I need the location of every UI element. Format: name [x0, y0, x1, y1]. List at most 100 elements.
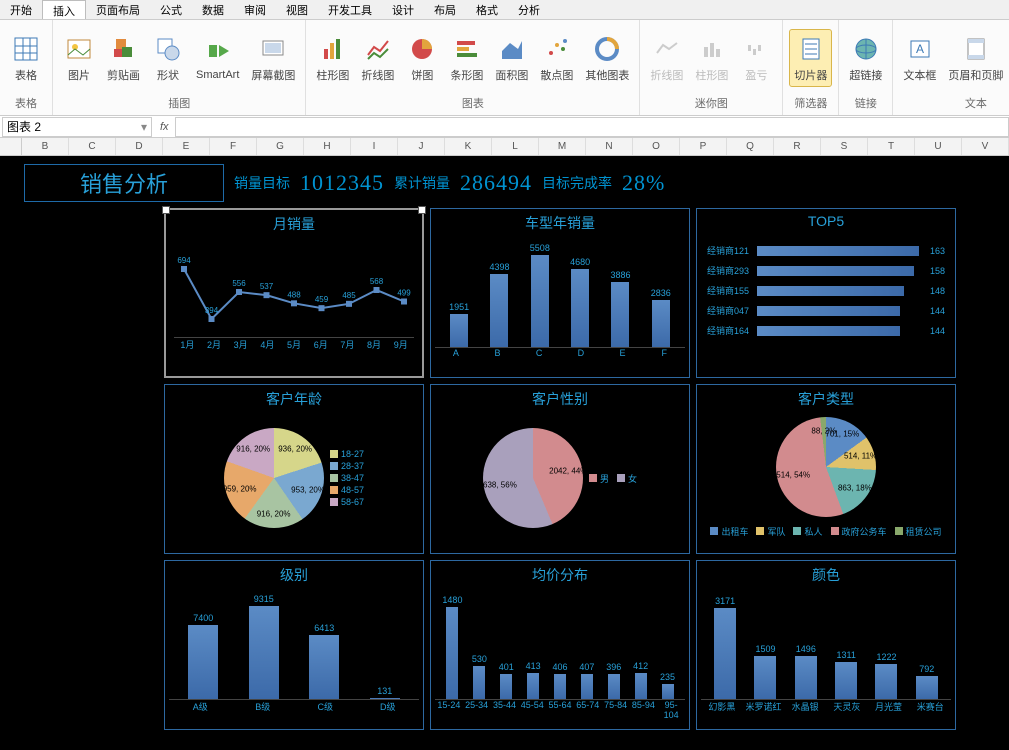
clipart-icon: [108, 33, 140, 65]
tab-data[interactable]: 数据: [192, 0, 234, 19]
group-label: 文本: [965, 93, 987, 113]
tab-insert[interactable]: 插入: [42, 0, 86, 19]
column-header[interactable]: V: [962, 138, 1009, 155]
winloss-button: 盈亏: [736, 30, 776, 86]
linechart-button[interactable]: 折线图: [357, 30, 398, 86]
ribbon-tabs: 开始 插入 页面布局 公式 数据 审阅 视图 开发工具 设计 布局 格式 分析: [0, 0, 1009, 20]
column-header[interactable]: F: [210, 138, 257, 155]
column-header[interactable]: S: [821, 138, 868, 155]
column-header[interactable]: Q: [727, 138, 774, 155]
piechart-button[interactable]: 饼图: [402, 30, 442, 86]
othercharts-button[interactable]: 其他图表: [581, 30, 633, 86]
svg-text:568: 568: [370, 277, 384, 286]
column-header[interactable]: M: [539, 138, 586, 155]
chart-top5[interactable]: TOP5 经销商121163经销商293158经销商155148经销商04714…: [696, 208, 956, 378]
scatterchart-button[interactable]: 散点图: [536, 30, 577, 86]
headerfooter-icon: [960, 33, 992, 65]
select-all-corner[interactable]: [0, 138, 22, 155]
column-header[interactable]: L: [492, 138, 539, 155]
tab-start[interactable]: 开始: [0, 0, 42, 19]
tab-formula[interactable]: 公式: [150, 0, 192, 19]
column-header[interactable]: C: [69, 138, 116, 155]
column-header[interactable]: K: [445, 138, 492, 155]
chart-model[interactable]: 车型年销量 195143985508468038862836ABCDEF: [430, 208, 690, 378]
fx-label[interactable]: fx: [154, 121, 175, 133]
linechart-icon: [362, 33, 394, 65]
worksheet-area[interactable]: 销售分析 销量目标 1012345 累计销量 286494 目标完成率 28% …: [0, 156, 1009, 750]
kpi-value: 286494: [460, 170, 532, 196]
tab-design[interactable]: 设计: [382, 0, 424, 19]
tab-analyze[interactable]: 分析: [508, 0, 550, 19]
column-header[interactable]: J: [398, 138, 445, 155]
chart-monthly[interactable]: 月销量 6943945565374884594855684991月2月3月4月5…: [164, 208, 424, 378]
group-label: 图表: [462, 93, 484, 113]
svg-text:499: 499: [397, 289, 411, 298]
group-tables: 表格 表格: [0, 20, 53, 115]
column-header[interactable]: O: [633, 138, 680, 155]
svg-text:459: 459: [315, 295, 329, 304]
kpi-value: 28%: [622, 170, 665, 196]
sparkline-button: 折线图: [646, 30, 687, 86]
textbox-button[interactable]: A文本框: [899, 30, 940, 86]
column-header[interactable]: P: [680, 138, 727, 155]
column-header[interactable]: N: [586, 138, 633, 155]
column-header[interactable]: U: [915, 138, 962, 155]
formula-input[interactable]: [175, 117, 1009, 137]
group-label: 链接: [855, 93, 877, 113]
columnchart-button[interactable]: 柱形图: [312, 30, 353, 86]
scatterchart-icon: [541, 33, 573, 65]
table-icon: [10, 33, 42, 65]
group-label: 迷你图: [695, 93, 728, 113]
kpi-label: 累计销量: [394, 173, 450, 193]
tab-pagelayout[interactable]: 页面布局: [86, 0, 150, 19]
column-header[interactable]: R: [774, 138, 821, 155]
tab-view[interactable]: 视图: [276, 0, 318, 19]
screenshot-button[interactable]: 屏幕截图: [247, 30, 299, 86]
tab-layout2[interactable]: 布局: [424, 0, 466, 19]
column-header[interactable]: T: [868, 138, 915, 155]
table-button[interactable]: 表格: [6, 30, 46, 86]
winloss-icon: [740, 33, 772, 65]
picture-button[interactable]: 图片: [59, 30, 99, 86]
column-header[interactable]: E: [163, 138, 210, 155]
column-headers: BCDEFGHIJKLMNOPQRSTUV: [0, 138, 1009, 156]
tab-review[interactable]: 审阅: [234, 0, 276, 19]
bar-plot: 195143985508468038862836ABCDEF: [435, 237, 685, 367]
svg-text:488: 488: [287, 290, 301, 299]
textbox-icon: A: [904, 33, 936, 65]
svg-text:556: 556: [232, 279, 246, 288]
column-header[interactable]: G: [257, 138, 304, 155]
chevron-down-icon[interactable]: ▾: [141, 120, 147, 134]
group-links: 超链接 链接: [839, 20, 893, 115]
chart-ctype[interactable]: 客户类型 701, 15%514, 11%863, 18%2514, 54%88…: [696, 384, 956, 554]
line-plot: 6943945565374884594855684991月2月3月4月5月6月7…: [170, 238, 418, 358]
name-box[interactable]: 图表 2▾: [2, 117, 152, 137]
smartart-button[interactable]: SmartArt: [192, 32, 243, 84]
chart-gender[interactable]: 客户性别 2042, 44%2638, 56%男女: [430, 384, 690, 554]
group-charts: 柱形图 折线图 饼图 条形图 面积图 散点图 其他图表 图表: [306, 20, 640, 115]
headerfooter-button[interactable]: 页眉和页脚: [944, 30, 1007, 86]
chart-price[interactable]: 均价分布 148053040141340640739641223515-2425…: [430, 560, 690, 730]
column-header[interactable]: H: [304, 138, 351, 155]
clipart-button[interactable]: 剪贴画: [103, 30, 144, 86]
bar-plot: 31711509149613111222792幻影黑米罗诺红水晶银天灵灰月光莹米…: [701, 589, 951, 719]
svg-text:485: 485: [342, 291, 356, 300]
chart-age[interactable]: 客户年龄 936, 20%953, 20%916, 20%959, 20%916…: [164, 384, 424, 554]
column-header[interactable]: I: [351, 138, 398, 155]
barchart-icon: [451, 33, 483, 65]
tab-format[interactable]: 格式: [466, 0, 508, 19]
hyperlink-button[interactable]: 超链接: [845, 30, 886, 86]
pie-plot: 936, 20%953, 20%916, 20%959, 20%916, 20%…: [169, 413, 419, 543]
chart-color[interactable]: 颜色 31711509149613111222792幻影黑米罗诺红水晶银天灵灰月…: [696, 560, 956, 730]
barchart-button[interactable]: 条形图: [446, 30, 487, 86]
column-header[interactable]: D: [116, 138, 163, 155]
tab-dev[interactable]: 开发工具: [318, 0, 382, 19]
column-header[interactable]: B: [22, 138, 69, 155]
kpi-label: 目标完成率: [542, 173, 612, 193]
piechart-icon: [406, 33, 438, 65]
areachart-button[interactable]: 面积图: [491, 30, 532, 86]
chart-level[interactable]: 级别 740093156413131A级B级C级D级: [164, 560, 424, 730]
slicer-button[interactable]: 切片器: [789, 29, 832, 87]
shapes-button[interactable]: 形状: [148, 30, 188, 86]
slicer-icon: [795, 33, 827, 65]
